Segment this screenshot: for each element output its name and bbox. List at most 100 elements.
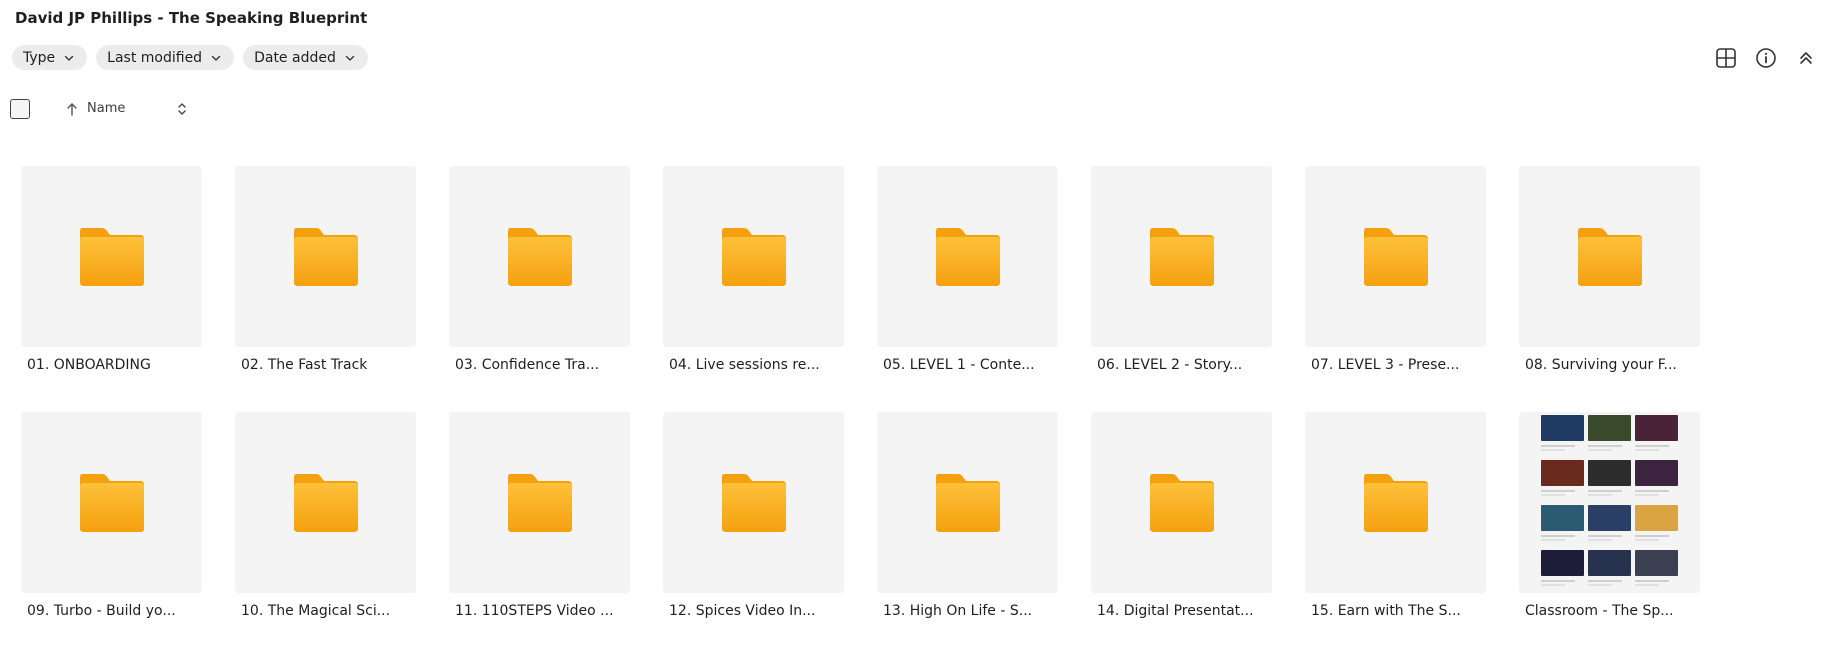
folder-thumbnail xyxy=(235,166,416,347)
tile-name: 02. The Fast Track xyxy=(241,357,368,373)
grid-view-icon xyxy=(1716,48,1736,68)
arrow-up-icon[interactable] xyxy=(65,101,79,117)
folder-tile[interactable]: 12. Spices Video In... xyxy=(663,412,844,647)
preview-video-thumbnail xyxy=(1635,505,1678,545)
folder-thumbnail xyxy=(663,412,844,593)
tile-name: 08. Surviving your F... xyxy=(1525,357,1677,373)
preview-image xyxy=(1635,505,1678,531)
preview-caption-line xyxy=(1541,539,1565,541)
document-preview-grid xyxy=(1541,415,1678,590)
folder-tile[interactable]: 04. Live sessions re... xyxy=(663,166,844,412)
preview-video-thumbnail xyxy=(1541,550,1584,590)
preview-caption-line xyxy=(1541,445,1576,447)
folder-tile[interactable]: 01. ONBOARDING xyxy=(21,166,202,412)
preview-caption-line xyxy=(1635,490,1670,492)
folder-tile[interactable]: 08. Surviving your F... xyxy=(1519,166,1700,412)
folder-icon xyxy=(79,227,144,286)
tile-name: 01. ONBOARDING xyxy=(27,357,151,373)
tile-name: 04. Live sessions re... xyxy=(669,357,820,373)
sort-name-label[interactable]: Name xyxy=(87,101,125,116)
folder-thumbnail xyxy=(1091,412,1272,593)
folder-thumbnail xyxy=(1519,166,1700,347)
file-browser-page: David JP Phillips - The Speaking Bluepri… xyxy=(0,0,1827,647)
preview-caption-line xyxy=(1541,535,1576,537)
grid-view-button[interactable] xyxy=(1714,46,1738,70)
preview-caption-line xyxy=(1588,580,1623,582)
preview-caption-line xyxy=(1635,445,1670,447)
folder-icon xyxy=(935,227,1000,286)
folder-tile[interactable]: 10. The Magical Sci... xyxy=(235,412,416,647)
folder-icon xyxy=(507,227,572,286)
folder-thumbnail xyxy=(877,166,1058,347)
preview-caption-line xyxy=(1541,494,1565,496)
document-tile[interactable]: Classroom - The Sp... xyxy=(1519,412,1700,647)
preview-video-thumbnail xyxy=(1588,460,1631,500)
preview-video-thumbnail xyxy=(1588,415,1631,455)
preview-caption-line xyxy=(1588,449,1612,451)
folder-tile[interactable]: 06. LEVEL 2 - Story... xyxy=(1091,166,1272,412)
tile-name: 11. 110STEPS Video ... xyxy=(455,603,614,619)
preview-caption-line xyxy=(1635,535,1670,537)
folder-thumbnail xyxy=(1305,412,1486,593)
preview-video-thumbnail xyxy=(1635,550,1678,590)
tile-name: 14. Digital Presentat... xyxy=(1097,603,1254,619)
preview-caption-line xyxy=(1588,584,1612,586)
folder-tile[interactable]: 02. The Fast Track xyxy=(235,166,416,412)
folder-tile[interactable]: 13. High On Life - S... xyxy=(877,412,1058,647)
view-toolbar xyxy=(0,46,1827,70)
folder-thumbnail xyxy=(663,166,844,347)
tile-name: 07. LEVEL 3 - Prese... xyxy=(1311,357,1460,373)
folder-tile[interactable]: 14. Digital Presentat... xyxy=(1091,412,1272,647)
preview-caption-line xyxy=(1635,449,1659,451)
preview-video-thumbnail xyxy=(1635,415,1678,455)
document-thumbnail xyxy=(1519,412,1700,593)
folder-icon xyxy=(721,227,786,286)
folder-tile[interactable]: 07. LEVEL 3 - Prese... xyxy=(1305,166,1486,412)
folder-thumbnail xyxy=(235,412,416,593)
preview-caption-line xyxy=(1541,584,1565,586)
preview-video-thumbnail xyxy=(1541,460,1584,500)
select-all-checkbox[interactable] xyxy=(10,99,30,119)
preview-image xyxy=(1541,505,1584,531)
tile-name: Classroom - The Sp... xyxy=(1525,603,1674,619)
folder-tile[interactable]: 11. 110STEPS Video ... xyxy=(449,412,630,647)
folder-tile[interactable]: 15. Earn with The S... xyxy=(1305,412,1486,647)
preview-caption-line xyxy=(1588,445,1623,447)
folder-tile[interactable]: 03. Confidence Tra... xyxy=(449,166,630,412)
preview-caption-line xyxy=(1635,494,1659,496)
tile-name: 12. Spices Video In... xyxy=(669,603,816,619)
collapse-up-icon xyxy=(1800,52,1812,64)
collapse-button[interactable] xyxy=(1794,46,1818,70)
folder-thumbnail xyxy=(21,412,202,593)
folder-icon xyxy=(1363,227,1428,286)
preview-caption-line xyxy=(1541,449,1565,451)
preview-caption-line xyxy=(1588,490,1623,492)
info-button[interactable] xyxy=(1754,46,1778,70)
tile-name: 13. High On Life - S... xyxy=(883,603,1033,619)
preview-caption-line xyxy=(1588,535,1623,537)
tile-name: 09. Turbo - Build yo... xyxy=(27,603,176,619)
preview-caption-line xyxy=(1635,580,1670,582)
folder-icon xyxy=(507,473,572,532)
sort-toggle-icon[interactable] xyxy=(176,100,188,118)
folder-thumbnail xyxy=(449,166,630,347)
preview-image xyxy=(1635,460,1678,486)
folder-icon xyxy=(293,473,358,532)
preview-video-thumbnail xyxy=(1588,505,1631,545)
preview-image xyxy=(1588,505,1631,531)
folder-icon xyxy=(1149,227,1214,286)
preview-caption-line xyxy=(1588,539,1612,541)
preview-image xyxy=(1588,460,1631,486)
preview-caption-line xyxy=(1588,494,1612,496)
folder-tile[interactable]: 09. Turbo - Build yo... xyxy=(21,412,202,647)
folder-thumbnail xyxy=(449,412,630,593)
preview-video-thumbnail xyxy=(1588,550,1631,590)
folder-tile[interactable]: 05. LEVEL 1 - Conte... xyxy=(877,166,1058,412)
file-grid: 01. ONBOARDING 02. The Fast Track 03. Co… xyxy=(21,166,1700,647)
folder-icon xyxy=(1149,473,1214,532)
preview-video-thumbnail xyxy=(1541,505,1584,545)
preview-image xyxy=(1541,550,1584,576)
folder-thumbnail xyxy=(1305,166,1486,347)
folder-thumbnail xyxy=(1091,166,1272,347)
tile-name: 15. Earn with The S... xyxy=(1311,603,1461,619)
